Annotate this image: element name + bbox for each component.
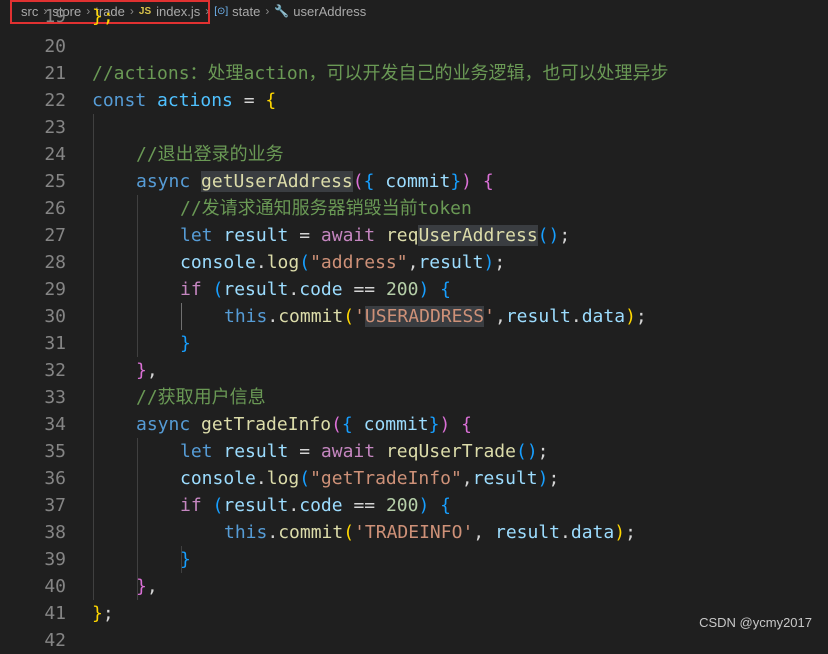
code-line-27: 27 let result = await reqUserAddress(); — [0, 222, 828, 249]
line-number: 40 — [44, 576, 66, 597]
line-number: 30 — [44, 306, 66, 327]
code-line-36: 36 console.log("getTradeInfo",result); — [0, 465, 828, 492]
code-text: }, — [136, 360, 158, 381]
code-line-23: 23 — [0, 114, 828, 141]
line-number: 35 — [44, 441, 66, 462]
line-number: 31 — [44, 333, 66, 354]
code-line-22: 22 const actions = { — [0, 87, 828, 114]
code-editor[interactable]: 19 }; 20 21 //actions：处理action，可以开发自己的业务… — [0, 6, 828, 651]
code-line-28: 28 console.log("address",result); — [0, 249, 828, 276]
code-text: let result = await reqUserTrade(); — [180, 441, 549, 462]
code-line-42: 42 — [0, 627, 828, 654]
code-line-19: 19 }; — [0, 3, 828, 30]
code-text: console.log("address",result); — [180, 252, 506, 273]
line-number: 37 — [44, 495, 66, 516]
code-line-31: 31 } — [0, 330, 828, 357]
code-text: console.log("getTradeInfo",result); — [180, 468, 560, 489]
code-text: async getUserAddress({ commit}) { — [136, 171, 494, 192]
code-line-26: 26 //发请求通知服务器销毁当前token — [0, 195, 828, 222]
code-line-35: 35 let result = await reqUserTrade(); — [0, 438, 828, 465]
code-line-20: 20 — [0, 33, 828, 60]
line-number: 36 — [44, 468, 66, 489]
code-text: this.commit('TRADEINFO', result.data); — [224, 522, 636, 543]
line-number: 23 — [44, 117, 66, 138]
line-number: 22 — [44, 90, 66, 111]
line-number: 41 — [44, 603, 66, 624]
code-text: } — [180, 333, 191, 354]
code-line-39: 39 } — [0, 546, 828, 573]
code-line-21: 21 //actions：处理action，可以开发自己的业务逻辑，也可以处理异… — [0, 60, 828, 87]
code-line-37: 37 if (result.code == 200) { — [0, 492, 828, 519]
code-line-33: 33 //获取用户信息 — [0, 384, 828, 411]
code-line-32: 32 }, — [0, 357, 828, 384]
line-number: 42 — [44, 630, 66, 651]
code-line-34: 34 async getTradeInfo({ commit}) { — [0, 411, 828, 438]
code-text: const actions = { — [92, 90, 277, 111]
line-number: 21 — [44, 63, 66, 84]
line-number: 20 — [44, 36, 66, 57]
code-text: async getTradeInfo({ commit}) { — [136, 414, 473, 435]
line-number: 32 — [44, 360, 66, 381]
comment: //获取用户信息 — [136, 387, 266, 408]
line-number: 27 — [44, 225, 66, 246]
code-line-30: 30 this.commit('USERADDRESS',result.data… — [0, 303, 828, 330]
comment: //退出登录的业务 — [136, 144, 284, 165]
line-number: 19 — [44, 6, 66, 27]
code-text: }; — [92, 603, 114, 624]
line-number: 38 — [44, 522, 66, 543]
watermark: CSDN @ycmy2017 — [699, 615, 812, 630]
code-line-24: 24 //退出登录的业务 — [0, 141, 828, 168]
code-text: let result = await reqUserAddress(); — [180, 225, 571, 246]
comment: //发请求通知服务器销毁当前token — [180, 198, 472, 219]
code-line-38: 38 this.commit('TRADEINFO', result.data)… — [0, 519, 828, 546]
line-number: 39 — [44, 549, 66, 570]
code-text: }, — [136, 576, 158, 597]
comment: //actions：处理action，可以开发自己的业务逻辑，也可以处理异步 — [92, 63, 669, 84]
code-line-29: 29 if (result.code == 200) { — [0, 276, 828, 303]
code-text: } — [180, 549, 191, 570]
line-number: 33 — [44, 387, 66, 408]
line-number: 26 — [44, 198, 66, 219]
code-text: if (result.code == 200) { — [180, 279, 452, 300]
code-text: this.commit('USERADDRESS',result.data); — [224, 306, 647, 327]
line-number: 34 — [44, 414, 66, 435]
code-text: if (result.code == 200) { — [180, 495, 452, 516]
line-number: 28 — [44, 252, 66, 273]
line-number: 24 — [44, 144, 66, 165]
code-line-25: 25 async getUserAddress({ commit}) { — [0, 168, 828, 195]
line-number: 29 — [44, 279, 66, 300]
code-text: }; — [92, 6, 114, 27]
line-number: 25 — [44, 171, 66, 192]
code-line-40: 40 }, — [0, 573, 828, 600]
